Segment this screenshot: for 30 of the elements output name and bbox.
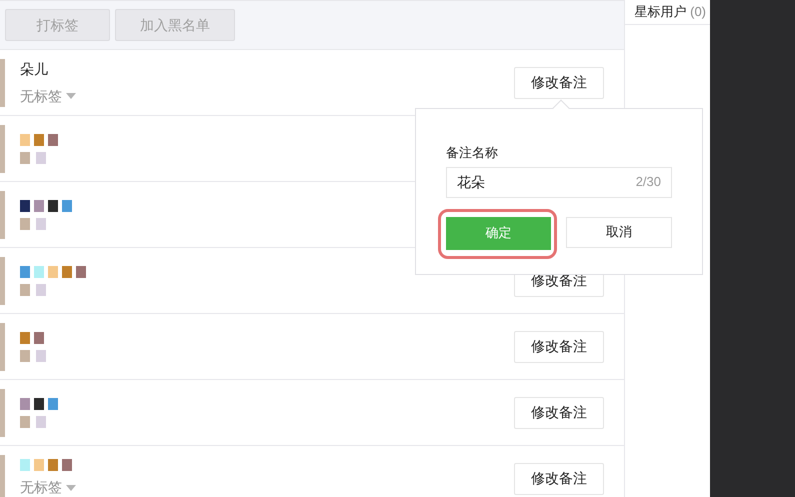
avatar-placeholder xyxy=(0,322,5,370)
avatar-placeholder xyxy=(0,190,5,238)
pixelated-name xyxy=(20,134,58,146)
pixelated-tag xyxy=(20,416,46,428)
field-label: 备注名称 xyxy=(446,144,499,162)
avatar-placeholder xyxy=(0,58,5,106)
pixelated-tag xyxy=(20,152,46,164)
edit-remark-button[interactable]: 修改备注 xyxy=(514,330,604,362)
avatar-placeholder xyxy=(0,256,5,304)
pixelated-name xyxy=(20,398,58,410)
avatar-placeholder xyxy=(0,124,5,172)
char-counter: 2/30 xyxy=(636,173,661,192)
cancel-button[interactable]: 取消 xyxy=(566,216,672,248)
edit-remark-button[interactable]: 修改备注 xyxy=(514,66,604,98)
caret-icon xyxy=(66,93,76,99)
pixelated-name xyxy=(20,200,72,212)
caret-icon xyxy=(66,484,76,490)
avatar-placeholder xyxy=(0,388,5,436)
avatar-placeholder xyxy=(0,454,5,497)
pixelated-name xyxy=(20,332,44,344)
user-name: 朵儿 xyxy=(20,60,49,78)
starred-users-link[interactable]: 星标用户 (0) xyxy=(634,2,706,22)
edit-remark-button[interactable]: 修改备注 xyxy=(514,396,604,428)
pixelated-tag xyxy=(20,218,46,230)
pixelated-tag xyxy=(20,284,46,296)
pixelated-name xyxy=(20,266,86,278)
pixelated-name xyxy=(20,459,72,471)
edit-remark-button[interactable]: 修改备注 xyxy=(514,462,604,494)
pixelated-tag xyxy=(20,350,46,362)
remark-input[interactable]: 花朵 2/30 xyxy=(446,166,672,198)
